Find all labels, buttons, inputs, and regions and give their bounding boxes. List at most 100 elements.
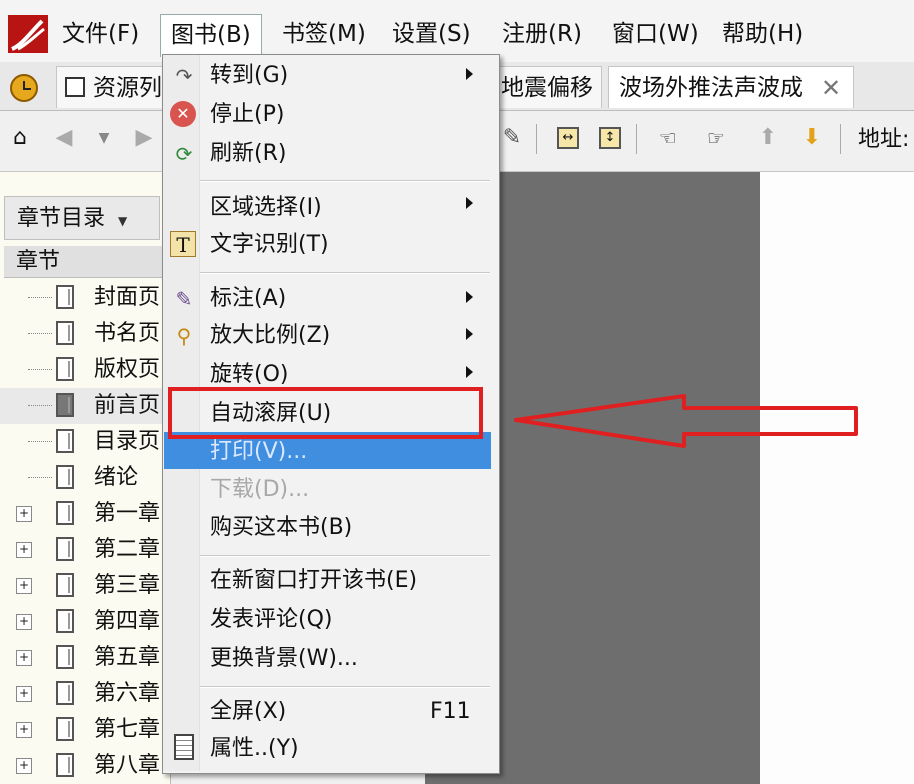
fit-width-icon[interactable]: ↔ xyxy=(552,122,584,154)
tree-item-chapter-4[interactable]: + 第四章 xyxy=(0,604,170,640)
page-right-icon[interactable]: ☞ xyxy=(700,122,732,154)
forward-arrow-icon[interactable]: ▶ xyxy=(128,122,160,154)
tab-label: 地震偏移 xyxy=(501,75,593,101)
page-icon xyxy=(56,357,74,381)
zoom-icon: ⚲ xyxy=(176,324,192,348)
tree-item-contents[interactable]: 目录页 xyxy=(0,424,170,460)
down-arrow-icon[interactable]: ⬇ xyxy=(796,122,828,154)
annotate-icon: ✎ xyxy=(175,287,193,311)
tree-item-label: 第三章 xyxy=(94,573,161,598)
submenu-arrow-icon xyxy=(466,68,473,80)
menu-item-open-new-window[interactable]: 在新窗口打开该书(E) xyxy=(210,563,417,599)
tree-item-chapter-6[interactable]: + 第六章 xyxy=(0,676,170,712)
annotation-highlight-box xyxy=(168,387,483,439)
address-label: 地址: xyxy=(858,127,910,152)
menu-window[interactable]: 窗口(W) xyxy=(602,14,709,54)
text-recognition-icon: T xyxy=(170,231,198,259)
tree-item-copyright[interactable]: 版权页 xyxy=(0,352,170,388)
properties-icon xyxy=(170,734,198,762)
tree-item-chapter-3[interactable]: + 第三章 xyxy=(0,568,170,604)
menu-help[interactable]: 帮助(H) xyxy=(712,14,813,54)
menu-item-comment[interactable]: 发表评论(Q) xyxy=(210,602,332,638)
refresh-icon: ⟳ xyxy=(175,142,193,166)
expand-plus-icon[interactable]: + xyxy=(16,542,32,558)
list-icon xyxy=(65,77,85,97)
stop-icon: ✕ xyxy=(170,101,198,129)
tree-item-title-page[interactable]: 书名页 xyxy=(0,316,170,352)
tree-item-preface[interactable]: 前言页 xyxy=(0,388,170,424)
tree-item-chapter-5[interactable]: + 第五章 xyxy=(0,640,170,676)
tab-seismic-migration[interactable]: 地震偏移 xyxy=(492,66,602,108)
submenu-arrow-icon xyxy=(466,328,473,340)
page-icon xyxy=(56,393,74,417)
home-icon[interactable]: ⌂ xyxy=(4,122,36,154)
tree-header: 章节 xyxy=(4,246,170,278)
menu-item-ocr[interactable]: 文字识别(T) xyxy=(210,227,329,263)
tree-item-chapter-7[interactable]: + 第七章 xyxy=(0,712,170,748)
expand-plus-icon[interactable]: + xyxy=(16,722,32,738)
menu-item-stop[interactable]: 停止(P) xyxy=(210,97,284,133)
menu-item-properties[interactable]: 属性..(Y) xyxy=(210,731,299,767)
expand-plus-icon[interactable]: + xyxy=(16,650,32,666)
menu-item-print[interactable]: 打印(V)... xyxy=(210,434,307,470)
submenu-arrow-icon xyxy=(466,197,473,209)
menu-item-fullscreen[interactable]: 全屏(X) xyxy=(210,694,286,730)
tree-item-label: 绪论 xyxy=(94,465,139,490)
tab-wavefield[interactable]: 波场外推法声波成 ✕ xyxy=(608,66,854,108)
history-clock-icon[interactable] xyxy=(10,74,38,102)
tree-item-label: 第二章 xyxy=(94,537,161,562)
menu-item-goto[interactable]: 转到(G) xyxy=(210,58,288,94)
menu-item-change-background[interactable]: 更换背景(W)... xyxy=(210,641,358,677)
goto-arrow-icon: ↷ xyxy=(175,64,193,88)
expand-plus-icon[interactable]: + xyxy=(16,686,32,702)
tree-item-label: 第六章 xyxy=(94,681,161,706)
annotate-pen-icon[interactable]: ✎ xyxy=(496,122,528,154)
tree-item-chapter-2[interactable]: + 第二章 xyxy=(0,532,170,568)
menu-item-region-select[interactable]: 区域选择(I) xyxy=(210,190,322,226)
fit-height-icon[interactable]: ↕ xyxy=(594,122,626,154)
expand-plus-icon[interactable]: + xyxy=(16,614,32,630)
menu-bookmark[interactable]: 书签(M) xyxy=(272,14,376,54)
menu-separator xyxy=(200,272,490,274)
tree-item-chapter-1[interactable]: + 第一章 xyxy=(0,496,170,532)
expand-plus-icon[interactable]: + xyxy=(16,578,32,594)
chevron-down-icon: ▼ xyxy=(118,214,128,228)
chapter-dropdown[interactable]: 章节目录 ▼ xyxy=(4,196,160,240)
tab-resources[interactable]: 资源列 xyxy=(56,66,176,108)
menu-book[interactable]: 图书(B) xyxy=(160,14,262,57)
menu-item-annotate[interactable]: 标注(A) xyxy=(210,281,286,317)
menu-item-zoom[interactable]: 放大比例(Z) xyxy=(210,318,330,354)
tree-item-label: 第四章 xyxy=(94,609,161,634)
menu-file[interactable]: 文件(F) xyxy=(52,14,149,54)
back-arrow-icon[interactable]: ◀ xyxy=(48,122,80,154)
menu-separator xyxy=(200,686,490,688)
tree-item-label: 封面页 xyxy=(94,285,161,310)
page-icon xyxy=(56,609,74,633)
submenu-arrow-icon xyxy=(466,291,473,303)
page-icon xyxy=(56,537,74,561)
menu-settings[interactable]: 设置(S) xyxy=(382,14,481,54)
expand-plus-icon[interactable]: + xyxy=(16,758,32,774)
toolbar-separator xyxy=(636,124,637,154)
page-icon xyxy=(56,285,74,309)
close-icon[interactable]: ✕ xyxy=(821,67,841,109)
menu-item-buy[interactable]: 购买这本书(B) xyxy=(210,510,352,546)
expand-plus-icon[interactable]: + xyxy=(16,506,32,522)
page-icon xyxy=(56,681,74,705)
chapter-dropdown-label: 章节目录 xyxy=(17,206,106,231)
page-icon xyxy=(56,429,74,453)
back-dropdown-icon[interactable]: ▼ xyxy=(88,122,120,154)
page-icon xyxy=(56,321,74,345)
page-icon xyxy=(56,753,74,777)
menu-item-download: 下载(D)... xyxy=(210,477,310,502)
tree-item-chapter-8[interactable]: + 第八章 xyxy=(0,748,170,784)
tree-item-cover[interactable]: 封面页 xyxy=(0,280,170,316)
menu-register[interactable]: 注册(R) xyxy=(492,14,592,54)
tree-item-label: 第一章 xyxy=(94,501,161,526)
submenu-arrow-icon xyxy=(466,366,473,378)
tree-item-introduction[interactable]: 绪论 xyxy=(0,460,170,496)
page-left-icon[interactable]: ☜ xyxy=(652,122,684,154)
page-margin xyxy=(760,172,914,784)
up-arrow-icon[interactable]: ⬆ xyxy=(752,122,784,154)
menu-item-refresh[interactable]: 刷新(R) xyxy=(210,136,286,172)
